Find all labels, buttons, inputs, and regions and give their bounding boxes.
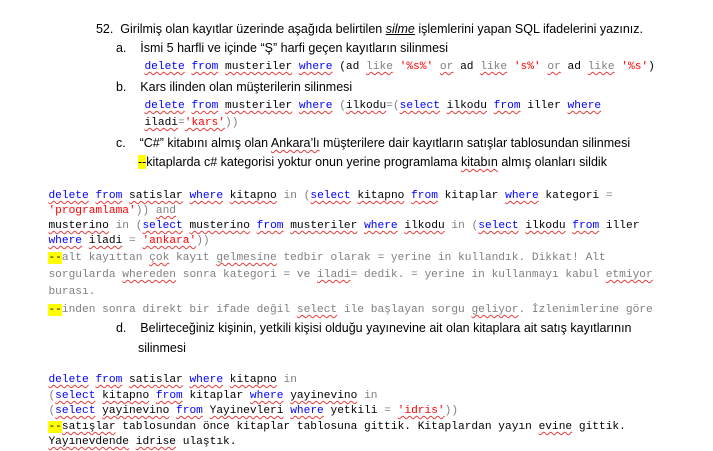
item-d: d. Belirteceğiniz kişinin, yetkili kişis…	[109, 303, 632, 335]
block1-comment-3: burası.	[35, 267, 95, 298]
comment-dash: --	[48, 304, 62, 316]
item-a-sql: delete from musteriler where (ad like '%…	[131, 42, 654, 73]
sql-keyword: from	[493, 100, 521, 112]
sql-keyword: select	[399, 100, 440, 112]
sql-operator: or	[547, 61, 561, 73]
sql-table: iller	[527, 100, 561, 112]
sql-keyword: where	[364, 220, 398, 232]
sql-keyword: from	[256, 220, 284, 232]
sql-column: ilkodu	[446, 100, 487, 112]
item-b-marker: b.	[115, 80, 127, 94]
question-52: 52. Girilmiş olan kayıtlar üzerinde aşağ…	[89, 4, 643, 36]
sql-string: '%s%'	[399, 61, 434, 73]
sql-table: iller	[605, 220, 640, 232]
comment-text	[129, 436, 136, 448]
comment-text: sonra kategori = ve	[176, 269, 318, 281]
item-d-marker: d.	[115, 321, 127, 335]
item-d-text-cont: silinmesi	[131, 323, 186, 355]
sql-string: '%s'	[621, 61, 649, 73]
note-text-flagged: kitabın	[461, 155, 498, 169]
sql-operator: =(	[386, 100, 400, 112]
sql-keyword: select	[478, 220, 519, 232]
block1-comment-1: --alt kayıttan çok kayıt gelmesine tedbi…	[35, 233, 606, 264]
item-b: b. Kars ilinden olan müşterilerin silinm…	[109, 62, 352, 94]
comment-flagged: whereden	[122, 269, 177, 281]
item-d-text: Belirteceğiniz kişinin, yetkili kişisi o…	[140, 321, 632, 335]
item-c: c. “C#” kitabını almış olan Ankara’lı mü…	[109, 118, 630, 150]
block2-line-1: delete from satislar where kitapno in	[35, 355, 296, 386]
sql-operator: (	[339, 100, 346, 112]
question-text-end: işlemlerini yapan SQL ifadelerini yazını…	[414, 22, 643, 36]
item-c-marker: c.	[115, 136, 126, 150]
sql-keyword: where	[298, 100, 333, 112]
item-a: a. İsmi 5 harfli ve içinde “Ş” harfi geç…	[109, 23, 448, 55]
block2-comment-2: Yayınevdende idrise ulaştık.	[35, 417, 236, 448]
sql-keyword: from	[572, 220, 600, 232]
item-b-sql-line-1: delete from musteriler where (ilkodu=(se…	[131, 81, 601, 112]
comment-text: ulaştık.	[176, 436, 237, 448]
block1-line-4: where iladi = 'ankara'))	[35, 216, 209, 247]
sql-operator: or	[439, 61, 454, 73]
sql-string: 's%'	[513, 61, 541, 73]
item-d-text-2: silinmesi	[137, 341, 186, 355]
sql-operator: like	[366, 61, 393, 73]
block1-comment-4: --inden sonra direkt bir ifade değil sel…	[35, 285, 653, 316]
comment-flagged: idrise	[135, 436, 177, 448]
item-c-note: --kitaplarda c# kategorisi yoktur onun y…	[131, 137, 607, 169]
note-text-end: almış olanları sildik	[497, 155, 607, 169]
sql-operator: like	[480, 61, 508, 73]
item-b-sql-line-2: iladi='kars'))	[131, 98, 238, 129]
comment-flagged: Yayınevdende	[48, 436, 130, 448]
comment-flagged: etmiyor	[605, 269, 653, 281]
comment-flagged: evine	[538, 421, 573, 433]
sql-text: )	[648, 61, 655, 73]
sql-column: ilkodu	[404, 220, 445, 232]
sql-column: ilkodu	[345, 100, 387, 112]
sql-operator: in	[451, 220, 465, 232]
note-text: kitaplarda c# kategorisi yoktur onun yer…	[146, 155, 462, 169]
sql-keyword: where	[567, 100, 602, 112]
sql-text: ad	[460, 61, 474, 73]
comment-text: gittik.	[572, 421, 626, 433]
sql-operator: like	[587, 61, 615, 73]
sql-table: musteriler	[290, 220, 358, 232]
block1-comment-2: sorgularda whereden sonra kategori = ve …	[35, 250, 652, 281]
comment-text: = dedik. = yerine in kullanmayı kabul	[350, 269, 606, 281]
sql-column: ilkodu	[525, 220, 566, 232]
comment-flagged: iladi	[317, 269, 351, 281]
block2-line-3: (select yayinevino from Yayinevleri wher…	[35, 386, 458, 417]
sql-text: ad	[567, 61, 581, 73]
item-a-marker: a.	[115, 41, 127, 55]
